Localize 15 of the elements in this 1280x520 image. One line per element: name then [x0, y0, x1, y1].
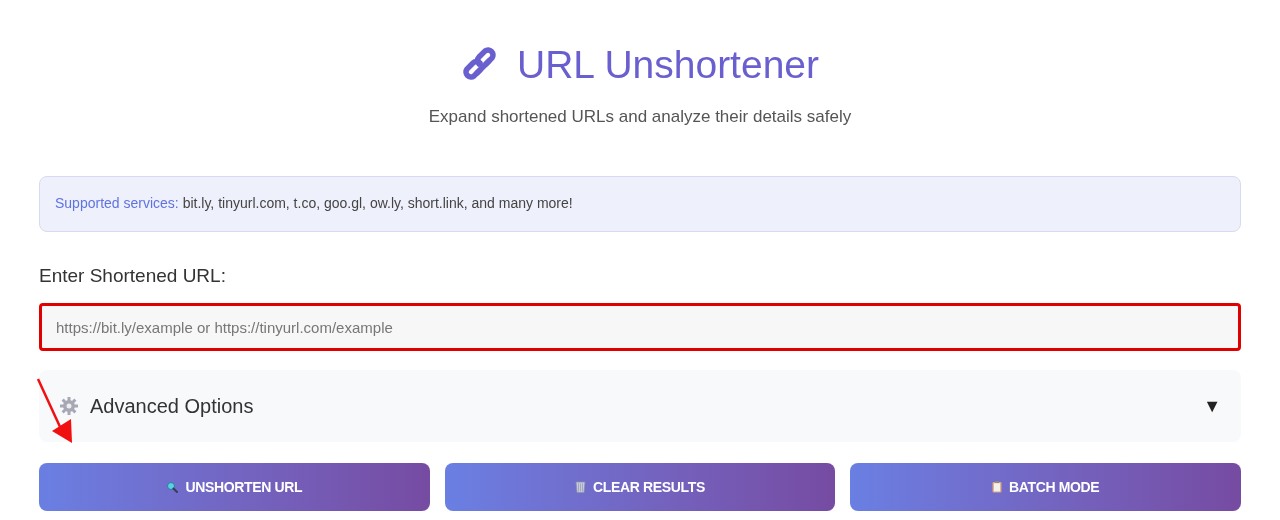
clipboard-icon: [991, 481, 1002, 493]
gear-icon: [59, 396, 79, 416]
wastebasket-icon: [575, 481, 587, 493]
advanced-options-title: Advanced Options: [90, 394, 254, 419]
expand-toggle[interactable]: ▼: [1203, 392, 1221, 420]
url-field[interactable]: https://bit.ly/example or https://tinyurl.com/example: [39, 303, 1241, 351]
page-title: URL Unshortener: [517, 42, 819, 88]
supported-services-text: Supported services: bit.ly, tinyurl.com, t.co, goo.gl, ow.ly, short.link, and many more!: [55, 194, 573, 213]
advanced-options-panel[interactable]: Advanced Options ▼: [39, 370, 1241, 442]
action-button[interactable]: CLEAR RESULTS: [444, 463, 836, 511]
field-label: Enter Shortened URL:: [39, 263, 227, 288]
magnifier-icon: [166, 481, 179, 493]
page-subtitle: Expand shortened URLs and analyze their details safely: [427, 106, 853, 128]
action-button[interactable]: BATCH MODE: [850, 463, 1241, 511]
action-button[interactable]: UNSHORTEN URL: [39, 463, 430, 511]
